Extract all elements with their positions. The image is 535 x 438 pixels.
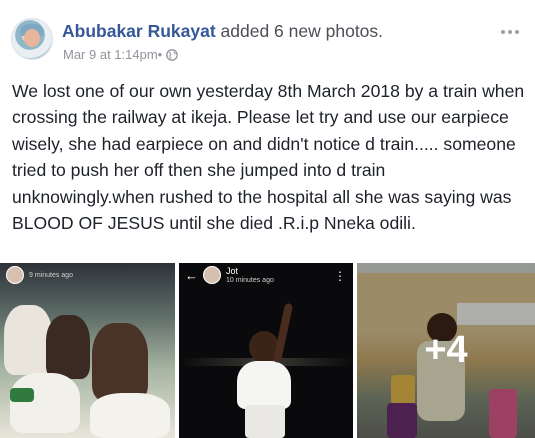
person-figure — [46, 315, 90, 379]
photo-3[interactable]: +4 — [357, 263, 535, 438]
person-figure — [237, 361, 291, 409]
person-figure — [245, 405, 285, 438]
story-avatar — [6, 266, 24, 284]
post-body-text: We lost one of our own yesterday 8th Mar… — [12, 81, 525, 234]
person-figure — [10, 373, 80, 433]
story-header: 9 minutes ago — [0, 263, 175, 287]
post-timestamp[interactable]: Mar 9 at 1:14pm — [63, 47, 158, 62]
author-avatar[interactable] — [11, 18, 53, 60]
person-figure — [4, 305, 52, 375]
avatar-face — [24, 29, 40, 47]
person-figure — [92, 323, 148, 401]
person-figure — [90, 393, 170, 438]
more-dot-icon — [501, 30, 505, 34]
more-photos-count[interactable]: +4 — [357, 263, 535, 438]
story-avatar — [203, 266, 221, 284]
story-name: Jot — [226, 265, 239, 276]
photo-2[interactable]: ← Jot 10 minutes ago ⋮ — [179, 263, 353, 438]
meta-separator: • — [157, 47, 163, 62]
story-menu-icon: ⋮ — [334, 269, 346, 283]
raised-arm — [272, 302, 294, 364]
post-meta: Mar 9 at 1:14pm • — [63, 47, 179, 62]
photo-grid: 9 minutes ago ← Jot 10 minutes ago ⋮ +4 — [0, 263, 535, 438]
photo-1[interactable]: 9 minutes ago — [0, 263, 175, 438]
post-header: Abubakar Rukayat added 6 new photos. Mar… — [0, 0, 535, 66]
more-options-button[interactable] — [495, 24, 525, 40]
globe-icon[interactable] — [166, 48, 179, 61]
story-time: 10 minutes ago — [226, 276, 274, 284]
badge-figure — [10, 388, 34, 402]
more-dot-icon — [508, 30, 512, 34]
post-title-line: Abubakar Rukayat added 6 new photos. — [62, 21, 383, 42]
story-header: ← Jot 10 minutes ago — [179, 263, 353, 287]
post-action-text: added 6 new photos. — [215, 21, 384, 41]
back-arrow-icon: ← — [185, 267, 198, 283]
story-time: 9 minutes ago — [29, 271, 73, 279]
more-dot-icon — [515, 30, 519, 34]
author-name[interactable]: Abubakar Rukayat — [62, 21, 216, 41]
